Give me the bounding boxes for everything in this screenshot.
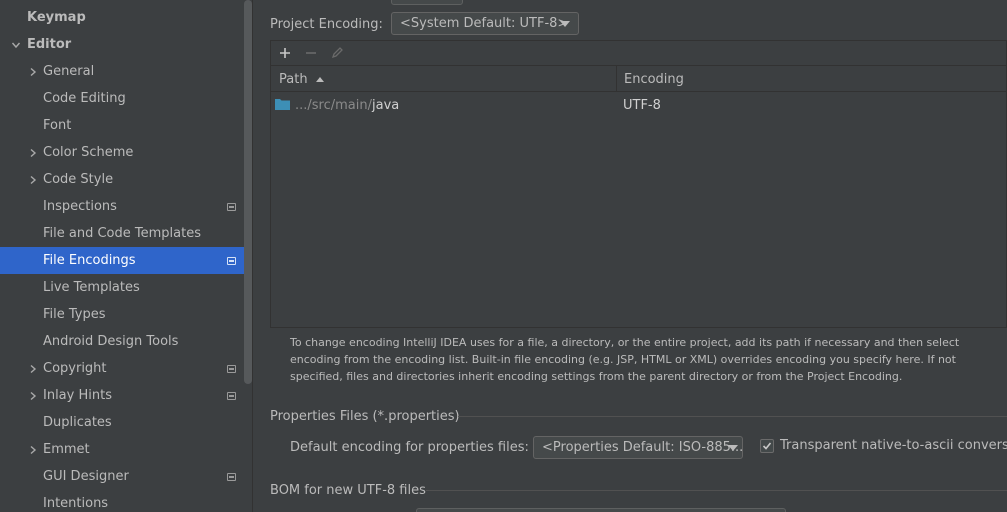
sidebar-item-code-style[interactable]: Code Style <box>0 166 252 193</box>
project-encoding-label: Project Encoding: <box>270 16 383 32</box>
project-encoding-value: <System Default: UTF-8> <box>400 16 569 31</box>
table-row[interactable]: .../src/main/java UTF-8 <box>271 93 1006 117</box>
sidebar-item-gui-designer[interactable]: GUI Designer <box>0 463 252 490</box>
properties-default-row: Default encoding for properties files: <box>290 435 529 459</box>
chevron-right-icon[interactable] <box>28 391 38 401</box>
chevron-down-icon <box>560 21 570 27</box>
column-header-encoding[interactable]: Encoding <box>624 66 684 92</box>
sidebar-item-emmet[interactable]: Emmet <box>0 436 252 463</box>
sidebar-item-label: Editor <box>27 37 72 52</box>
column-divider[interactable] <box>616 66 617 92</box>
chevron-right-icon[interactable] <box>28 364 38 374</box>
sidebar-item-inlay-hints[interactable]: Inlay Hints <box>0 382 252 409</box>
sort-ascending-icon <box>315 76 324 82</box>
sidebar-item-copyright[interactable]: Copyright <box>0 355 252 382</box>
sidebar-item-label: Color Scheme <box>43 145 134 160</box>
encoding-table-panel: Path Encoding .../src/main/java UTF-8 <box>270 40 1007 328</box>
project-encoding-row: Project Encoding: <box>270 12 383 36</box>
sidebar-item-editor[interactable]: Editor <box>0 31 252 58</box>
sidebar-item-code-editing[interactable]: Code Editing <box>0 85 252 112</box>
sidebar-item-label: Keymap <box>27 10 86 25</box>
section-divider <box>458 416 1007 417</box>
sidebar-item-general[interactable]: General <box>0 58 252 85</box>
table-toolbar <box>271 41 1006 66</box>
sidebar-item-label: Live Templates <box>43 280 140 295</box>
sidebar-item-label: Android Design Tools <box>43 334 179 349</box>
sidebar-item-label: Emmet <box>43 442 90 457</box>
sidebar-item-keymap[interactable]: Keymap <box>0 4 252 31</box>
add-icon[interactable] <box>276 44 294 62</box>
sidebar-item-label: Code Editing <box>43 91 126 106</box>
properties-default-combo[interactable]: <Properties Default: ISO-885... <box>533 436 743 459</box>
sidebar-item-label: GUI Designer <box>43 469 129 484</box>
clipped-combo-box[interactable] <box>391 0 463 5</box>
transparent-conversion-label[interactable]: Transparent native-to-ascii conversion <box>780 438 1007 453</box>
bom-section-title: BOM for new UTF-8 files <box>270 482 426 498</box>
project-settings-icon <box>227 391 236 400</box>
transparent-conversion-checkbox[interactable] <box>760 439 774 453</box>
sidebar-item-font[interactable]: Font <box>0 112 252 139</box>
chevron-right-icon[interactable] <box>28 175 38 185</box>
sidebar-item-color-scheme[interactable]: Color Scheme <box>0 139 252 166</box>
remove-icon[interactable] <box>302 44 320 62</box>
folder-icon <box>275 99 290 110</box>
sidebar-item-live-templates[interactable]: Live Templates <box>0 274 252 301</box>
project-encoding-combo[interactable]: <System Default: UTF-8> <box>391 12 579 35</box>
file-encodings-panel: Project Encoding: <System Default: UTF-8… <box>254 0 1007 512</box>
sidebar-item-label: Inspections <box>43 199 117 214</box>
settings-sidebar: Keymap Editor General Code Editing Font Color… <box>0 0 253 512</box>
sidebar-item-duplicates[interactable]: Duplicates <box>0 409 252 436</box>
sidebar-item-android-design-tools[interactable]: Android Design Tools <box>0 328 252 355</box>
sidebar-item-label: Copyright <box>43 361 107 376</box>
sidebar-item-label: Duplicates <box>43 415 112 430</box>
sidebar-item-label: Font <box>43 118 72 133</box>
sidebar-item-label: Code Style <box>43 172 114 187</box>
sidebar-item-label: Intentions <box>43 496 109 511</box>
encoding-cell: UTF-8 <box>623 97 661 113</box>
bom-combo[interactable] <box>416 508 786 512</box>
sidebar-item-file-types[interactable]: File Types <box>0 301 252 328</box>
sidebar-item-label: File Types <box>43 307 106 322</box>
sidebar-item-label: File Encodings <box>43 253 136 268</box>
sidebar-item-intentions[interactable]: Intentions <box>0 490 252 512</box>
path-cell: .../src/main/java <box>295 97 400 113</box>
chevron-right-icon[interactable] <box>28 148 38 158</box>
properties-section-title: Properties Files (*.properties) <box>270 408 460 424</box>
sidebar-item-file-encodings[interactable]: File Encodings <box>0 247 252 274</box>
chevron-right-icon[interactable] <box>28 445 38 455</box>
chevron-right-icon[interactable] <box>28 67 38 77</box>
edit-pencil-icon[interactable] <box>328 44 346 62</box>
table-header: Path Encoding <box>271 66 1006 92</box>
properties-default-label: Default encoding for properties files: <box>290 439 529 455</box>
project-settings-icon <box>227 364 236 373</box>
properties-default-value: <Properties Default: ISO-885... <box>542 440 743 455</box>
section-divider <box>426 490 1007 491</box>
sidebar-item-label: File and Code Templates <box>43 226 201 241</box>
project-settings-icon <box>227 472 236 481</box>
checkmark-icon <box>762 442 772 450</box>
sidebar-item-label: General <box>43 64 95 79</box>
encoding-help-text: To change encoding IntelliJ IDEA uses fo… <box>290 336 960 383</box>
column-header-path[interactable]: Path <box>279 66 324 92</box>
sidebar-item-label: Inlay Hints <box>43 388 112 403</box>
sidebar-scrollbar[interactable] <box>244 0 252 384</box>
project-settings-icon <box>227 256 236 265</box>
sidebar-item-file-and-code-templates[interactable]: File and Code Templates <box>0 220 252 247</box>
sidebar-item-inspections[interactable]: Inspections <box>0 193 252 220</box>
chevron-down-icon[interactable] <box>11 40 21 50</box>
project-settings-icon <box>227 202 236 211</box>
chevron-down-icon <box>728 445 738 451</box>
